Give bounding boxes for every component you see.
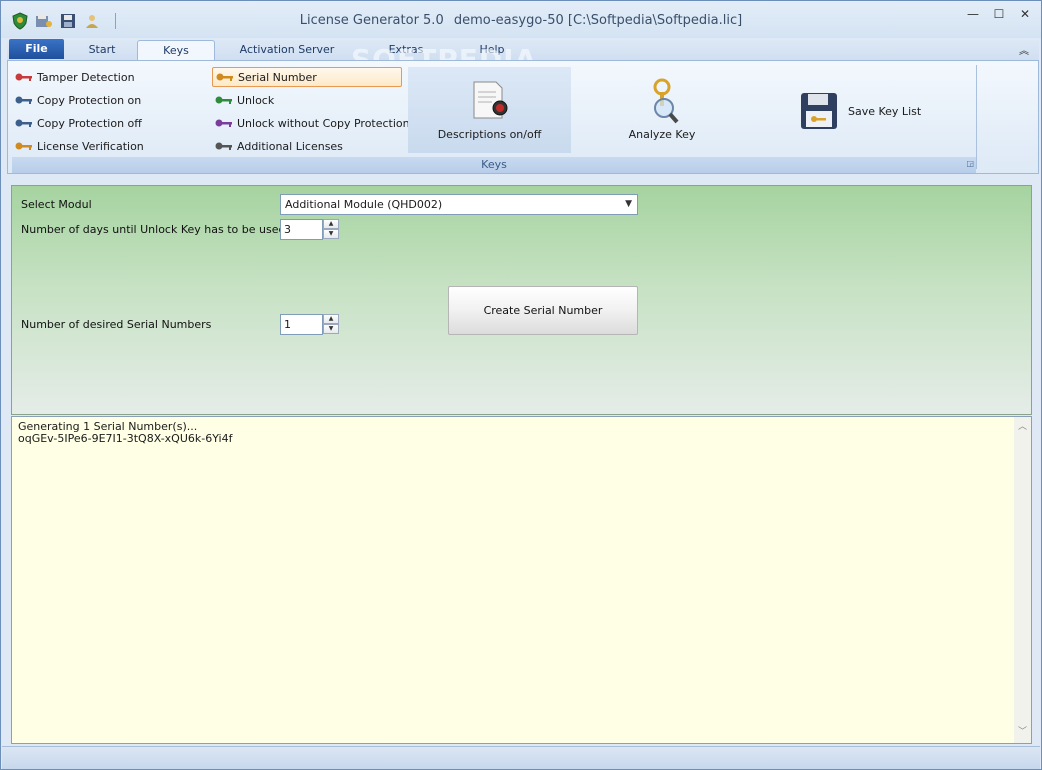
additional-licenses-button[interactable]: Additional Licenses <box>212 136 343 156</box>
vertical-scrollbar[interactable]: ︿ ﹀ <box>1014 417 1031 743</box>
key-red-icon <box>15 73 32 81</box>
key-gray-icon <box>215 142 232 150</box>
serials-stepper-arrows: ▲ ▼ <box>323 314 339 335</box>
close-icon[interactable]: ✕ <box>1017 7 1033 21</box>
scroll-down-icon[interactable]: ﹀ <box>1014 724 1031 741</box>
tab-help[interactable]: Help <box>461 40 523 61</box>
select-modul-label: Select Modul <box>21 198 92 211</box>
save-key-list-label: Save Key List <box>848 104 922 118</box>
key-purple-icon <box>215 119 232 127</box>
create-serial-number-button[interactable]: Create Serial Number <box>448 286 638 335</box>
tamper-detection-label: Tamper Detection <box>37 70 135 84</box>
window-title: License Generator 5.0 demo-easygo-50 [C:… <box>1 13 1041 28</box>
copy-protection-on-button[interactable]: Copy Protection on <box>12 90 141 110</box>
title-bar: License Generator 5.0 demo-easygo-50 [C:… <box>1 1 1041 38</box>
descriptions-label: Descriptions on/off <box>437 128 542 141</box>
unlock-without-copy-protection-button[interactable]: Unlock without Copy Protection <box>212 113 410 133</box>
days-stepper-arrows: ▲ ▼ <box>323 219 339 240</box>
license-verification-button[interactable]: License Verification <box>12 136 144 156</box>
window-controls: — ☐ ✕ <box>965 7 1033 21</box>
key-green-icon <box>215 96 232 104</box>
group-divider <box>976 65 977 169</box>
spin-up-icon[interactable]: ▲ <box>323 219 339 229</box>
copy-protection-off-button[interactable]: Copy Protection off <box>12 113 142 133</box>
key-blue-icon <box>15 119 32 127</box>
scroll-up-icon[interactable]: ︿ <box>1014 419 1031 436</box>
ribbon-group-label: Keys ◲ <box>12 157 976 173</box>
license-verification-label: License Verification <box>37 139 144 153</box>
maximize-icon[interactable]: ☐ <box>991 7 1007 21</box>
analyze-key-label: Analyze Key <box>628 128 696 141</box>
analyze-key-button[interactable]: Analyze Key <box>612 67 712 153</box>
days-stepper[interactable]: 3 ▲ ▼ <box>280 219 339 240</box>
unlock-without-copy-protection-label: Unlock without Copy Protection <box>237 116 410 130</box>
serial-form-panel: Select Modul Additional Module (QHD002) … <box>11 185 1032 415</box>
unlock-button[interactable]: Unlock <box>212 90 274 110</box>
descriptions-toggle-button[interactable]: Descriptions on/off <box>408 67 571 153</box>
serials-stepper[interactable]: 1 ▲ ▼ <box>280 314 339 335</box>
key-magnifier-icon <box>653 78 679 124</box>
minimize-icon[interactable]: — <box>965 7 981 21</box>
floppy-key-icon <box>801 93 837 129</box>
additional-licenses-label: Additional Licenses <box>237 139 343 153</box>
days-input[interactable]: 3 <box>280 219 323 240</box>
spin-up-icon[interactable]: ▲ <box>323 314 339 324</box>
status-bar <box>2 746 1040 769</box>
key-orange-icon <box>216 73 233 81</box>
serials-input[interactable]: 1 <box>280 314 323 335</box>
tab-file[interactable]: File <box>9 39 64 59</box>
group-label-text: Keys <box>481 158 507 171</box>
ribbon-tabs: File Start Keys Activation Server Extras… <box>7 38 1039 61</box>
ribbon-collapse-icon[interactable]: ︽ <box>1019 42 1029 57</box>
group-launcher-icon[interactable]: ◲ <box>966 156 974 172</box>
copy-protection-off-label: Copy Protection off <box>37 116 142 130</box>
serials-label: Number of desired Serial Numbers <box>21 318 212 331</box>
app-name: License Generator 5.0 <box>299 13 444 28</box>
unlock-label: Unlock <box>237 93 275 107</box>
ribbon-panel: Tamper Detection Copy Protection on Copy… <box>7 60 1039 174</box>
tab-extras[interactable]: Extras <box>373 40 439 61</box>
modul-select-value: Additional Module (QHD002) <box>285 198 443 211</box>
ribbon-group-keys: Tamper Detection Copy Protection on Copy… <box>12 65 976 173</box>
copy-protection-on-label: Copy Protection on <box>37 93 142 107</box>
tamper-detection-button[interactable]: Tamper Detection <box>12 67 135 87</box>
save-key-list-button[interactable]: Save Key List <box>800 92 921 130</box>
tab-activation-server[interactable]: Activation Server <box>219 40 355 61</box>
key-orange-icon <box>15 142 32 150</box>
tab-keys[interactable]: Keys <box>137 40 215 61</box>
spin-down-icon[interactable]: ▼ <box>323 229 339 239</box>
output-line: oqGEv-5IPe6-9E7I1-3tQ8X-xQU6k-6Yi4f <box>18 432 233 445</box>
document-name: demo-easygo-50 [C:\Softpedia\Softpedia.l… <box>453 13 743 28</box>
days-label: Number of days until Unlock Key has to b… <box>21 223 286 236</box>
spin-down-icon[interactable]: ▼ <box>323 324 339 334</box>
key-blue-icon <box>15 96 32 104</box>
app-window: License Generator 5.0 demo-easygo-50 [C:… <box>0 0 1042 770</box>
serial-number-label: Serial Number <box>238 70 317 84</box>
modul-select[interactable]: Additional Module (QHD002) ▼ <box>280 194 638 215</box>
chevron-down-icon: ▼ <box>625 199 632 209</box>
output-log[interactable]: Generating 1 Serial Number(s)... oqGEv-5… <box>11 416 1032 744</box>
document-magnifier-icon <box>473 81 507 119</box>
serial-number-button[interactable]: Serial Number <box>212 67 402 87</box>
tab-start[interactable]: Start <box>67 40 137 61</box>
